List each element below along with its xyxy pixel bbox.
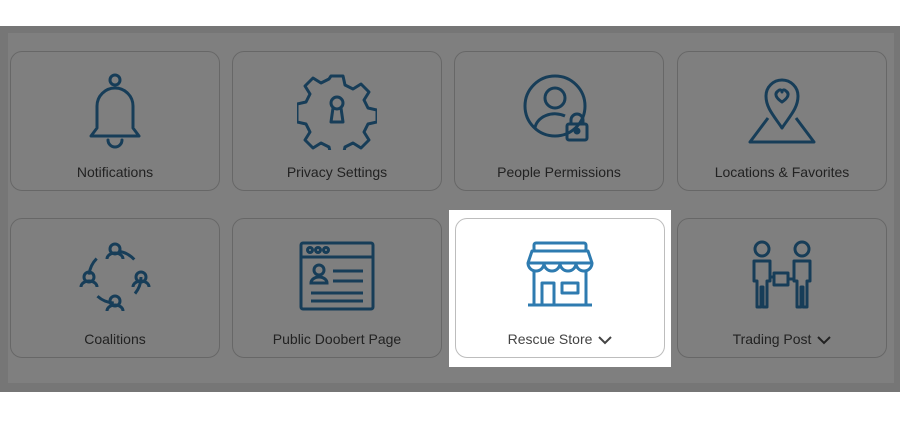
rescue-store-tile[interactable]: Rescue Store — [455, 218, 665, 358]
privacy-settings-tile[interactable]: Privacy Settings — [232, 51, 442, 191]
browser-profile-icon — [299, 241, 375, 311]
spotlight-frame: Rescue Store — [449, 210, 671, 367]
trading-post-text: Trading Post — [732, 331, 812, 347]
chevron-down-icon[interactable] — [598, 332, 613, 348]
notifications-label: Notifications — [76, 164, 154, 180]
coalitions-label: Coalitions — [84, 331, 146, 347]
rescue-store-label: Rescue Store — [456, 331, 664, 348]
coalitions-tile[interactable]: Coalitions — [10, 218, 220, 358]
public-doobert-page-tile[interactable]: Public Doobert Page — [232, 218, 442, 358]
locations-favorites-label: Locations & Favorites — [714, 164, 850, 180]
network-people-icon — [79, 242, 151, 312]
storefront-icon — [526, 241, 594, 307]
trading-post-tile[interactable]: Trading Post — [677, 218, 887, 358]
public-doobert-page-label: Public Doobert Page — [272, 331, 402, 347]
gear-lock-icon — [297, 74, 377, 150]
chevron-down-icon[interactable] — [817, 332, 832, 348]
bell-icon — [89, 73, 141, 149]
rescue-store-text: Rescue Store — [507, 331, 593, 347]
people-exchange-icon — [752, 240, 812, 309]
people-permissions-tile[interactable]: People Permissions — [454, 51, 664, 191]
privacy-settings-label: Privacy Settings — [286, 164, 388, 180]
notifications-tile[interactable]: Notifications — [10, 51, 220, 191]
map-heart-pin-icon — [748, 78, 816, 144]
person-lock-icon — [523, 74, 589, 142]
locations-favorites-tile[interactable]: Locations & Favorites — [677, 51, 887, 191]
people-permissions-label: People Permissions — [497, 164, 621, 180]
trading-post-label: Trading Post — [678, 331, 886, 348]
